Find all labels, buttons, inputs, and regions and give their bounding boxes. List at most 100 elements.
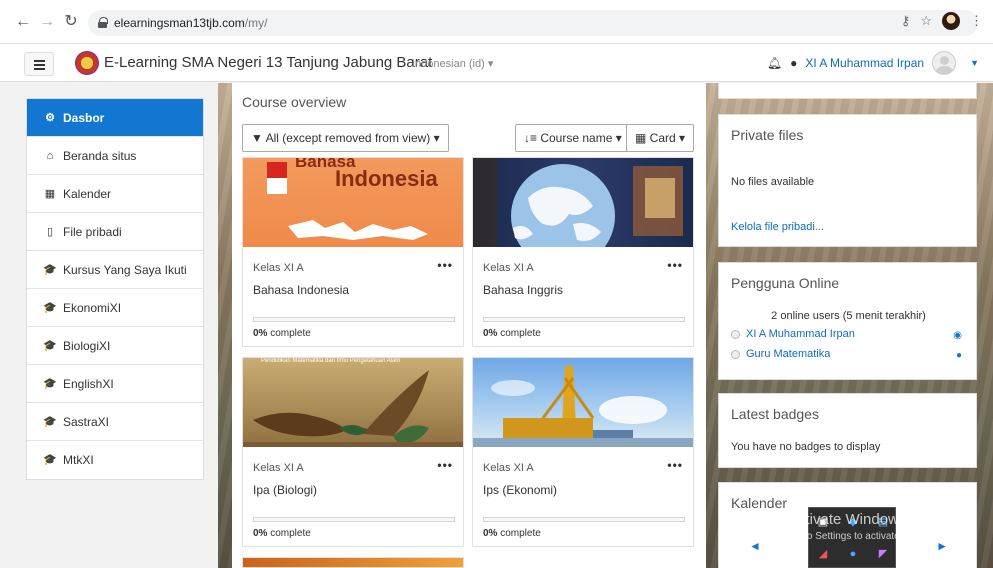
course-name[interactable]: Ips (Ekonomi) [483, 483, 557, 497]
sort-icon: ↓≡ [524, 131, 541, 145]
key-icon[interactable]: ⚷ [901, 13, 911, 29]
more-options-icon[interactable]: ••• [667, 458, 683, 472]
site-navbar: E-Learning SMA Negeri 13 Tanjung Jabung … [0, 44, 993, 82]
home-icon: ⌂ [46, 149, 54, 162]
app-icon[interactable]: ● [845, 546, 861, 562]
course-image[interactable] [243, 558, 463, 567]
course-image[interactable] [473, 158, 693, 247]
graduation-cap-icon: 🎓 [43, 339, 57, 352]
sidebar-item[interactable]: 🎓 SastraXI [27, 403, 203, 441]
online-user[interactable]: Guru Matematika [731, 348, 830, 360]
block-title: Private files [731, 127, 804, 143]
reload-icon[interactable]: ↻ [62, 14, 80, 30]
message-icon[interactable]: ● [956, 350, 962, 361]
course-card[interactable]: Kelas XI A ••• Ips (Ekonomi) 0% complete [472, 357, 694, 547]
user-area: 🔔︎ ● XI A Muhammad Irpan ▼ [767, 51, 979, 75]
user-menu-name[interactable]: XI A Muhammad Irpan [805, 56, 924, 70]
calendar-icon: ▦ [44, 187, 56, 200]
block-title: Latest badges [731, 406, 819, 422]
course-image[interactable] [473, 358, 693, 447]
sidebar-item-label: SastraXI [63, 414, 110, 429]
course-card[interactable]: Pendidikan Matematika dan Ilmu Pengetahu… [242, 357, 464, 547]
progress-bar [483, 317, 685, 322]
menu-dots-icon[interactable]: ⋮ [970, 13, 983, 29]
graduation-cap-icon: 🎓 [43, 301, 57, 314]
sidebar-item[interactable]: 🎓 Kursus Yang Saya Ikuti [27, 251, 203, 289]
avatar [731, 329, 740, 339]
sidebar-item[interactable]: 🎓 MtkXI [27, 441, 203, 479]
course-overview-title: Course overview [242, 94, 347, 110]
filter-icon: ▼ [251, 131, 266, 145]
star-icon[interactable]: ☆ [920, 13, 932, 29]
sidebar-item-label: File pribadi [63, 224, 122, 239]
online-users-summary: 2 online users (5 menit terakhir) [771, 310, 926, 322]
sidebar-item[interactable]: ▯ File pribadi [27, 213, 203, 251]
file-icon: ▯ [46, 225, 54, 238]
chat-icon[interactable]: ● [790, 56, 797, 70]
online-user[interactable]: XI A Muhammad Irpan [731, 328, 855, 340]
course-name[interactable]: Bahasa Inggris [483, 283, 563, 297]
course-category: Kelas XI A [483, 262, 534, 274]
hamburger-icon[interactable] [24, 52, 54, 76]
view-dropdown[interactable]: ▦ Card ▾ [626, 124, 695, 152]
course-overview: Course overview ▼ All (except removed fr… [232, 83, 706, 568]
sidebar-item[interactable]: 🎓 BiologiXI [27, 327, 203, 365]
filter-dropdown[interactable]: ▼ All (except removed from view) ▾ [242, 124, 449, 152]
eye-icon[interactable]: ◉ [953, 330, 962, 341]
map-icon [288, 220, 428, 240]
course-category: Kelas XI A [253, 462, 304, 474]
more-options-icon[interactable]: ••• [437, 258, 453, 272]
block-partial [718, 83, 977, 99]
bell-icon[interactable]: 🔔︎ [767, 56, 782, 70]
course-category: Kelas XI A [253, 262, 304, 274]
browser-actions: ⚷ ☆ ⋮ [901, 12, 983, 30]
private-files-block: Private files No files available Kelola … [718, 114, 977, 247]
graduation-cap-icon: 🎓 [43, 415, 57, 428]
progress-text: 0% complete [483, 328, 541, 339]
forward-icon[interactable]: → [38, 14, 56, 30]
profile-icon[interactable] [942, 12, 960, 30]
address-bar[interactable]: elearningsman13tjb.com/my/ [88, 10, 978, 36]
sidebar-item[interactable]: ▦ Kalender [27, 175, 203, 213]
language-menu[interactable]: Indonesian (id) ▾ [412, 57, 493, 70]
calendar-prev-icon[interactable]: ◄ [749, 539, 761, 553]
more-options-icon[interactable]: ••• [437, 458, 453, 472]
course-card[interactable]: Kelas XI A ••• Bahasa Inggris 0% complet… [472, 157, 694, 347]
sidebar-item[interactable]: 🎓 EnglishXI [27, 365, 203, 403]
progress-text: 0% complete [483, 528, 541, 539]
course-name[interactable]: Ipa (Biologi) [253, 483, 317, 497]
course-name[interactable]: Bahasa Indonesia [253, 283, 349, 297]
graduation-cap-icon: 🎓 [43, 263, 57, 276]
course-image[interactable]: Bahasa Indonesia [243, 158, 463, 247]
site-name[interactable]: E-Learning SMA Negeri 13 Tanjung Jabung … [104, 54, 432, 71]
grid-icon: ▦ [635, 131, 650, 145]
user-avatar[interactable] [932, 51, 957, 75]
course-image[interactable]: Pendidikan Matematika dan Ilmu Pengetahu… [243, 358, 463, 447]
sidebar-item[interactable]: 🎓 EkonomiXI [27, 289, 203, 327]
course-category: Kelas XI A [483, 462, 534, 474]
manage-private-files-link[interactable]: Kelola file pribadi... [731, 221, 824, 233]
chevron-down-icon[interactable]: ▼ [970, 58, 979, 68]
app-icon[interactable]: ◤ [875, 546, 891, 562]
badges-empty: You have no badges to display [731, 441, 881, 453]
progress-bar [253, 517, 455, 522]
progress-bar [253, 317, 455, 322]
sidebar-item[interactable]: ⚙ Dasbor [27, 99, 203, 137]
app-icon[interactable]: ◢ [815, 546, 831, 562]
block-title: Pengguna Online [731, 275, 840, 291]
browser-toolbar: ← → ↻ elearningsman13tjb.com/my/ ⚷ ☆ ⋮ [0, 0, 993, 44]
course-card[interactable] [242, 557, 464, 568]
sidebar-item[interactable]: ⌂ Beranda situs [27, 137, 203, 175]
activate-windows-subtext: Go to Settings to activate Windows. [788, 531, 946, 542]
school-logo[interactable] [75, 51, 99, 75]
course-image-text: Indonesia [335, 166, 438, 191]
course-card[interactable]: Bahasa Indonesia Kelas XI A ••• Bahasa I… [242, 157, 464, 347]
activate-windows-watermark: Activate Windows [788, 511, 907, 528]
sort-dropdown[interactable]: ↓≡ Course name ▾ [515, 124, 631, 152]
private-files-empty: No files available [731, 176, 815, 188]
more-options-icon[interactable]: ••• [667, 258, 683, 272]
back-icon[interactable]: ← [14, 14, 32, 30]
dashboard-icon: ⚙ [45, 111, 55, 124]
sidebar-item-label: MtkXI [63, 453, 94, 467]
nav-drawer: ⚙ Dasbor ⌂ Beranda situs ▦ Kalender ▯ File prib… [0, 83, 218, 568]
